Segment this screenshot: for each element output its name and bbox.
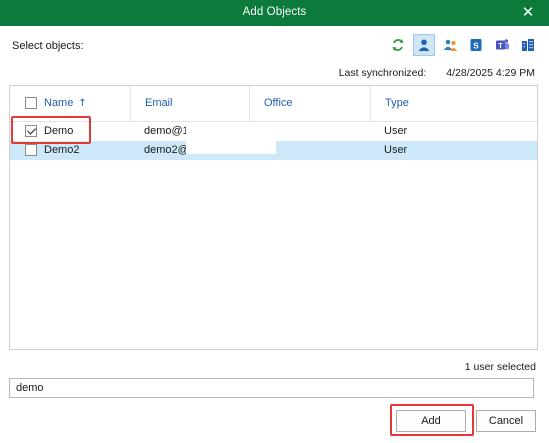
row-email: demo2@ [144,144,189,156]
group-icon[interactable] [439,34,461,56]
object-type-toolbar: S T [387,34,539,56]
sharepoint-icon[interactable]: S [465,34,487,56]
svg-text:T: T [498,43,503,50]
sort-ascending-icon: ↑ [78,98,87,109]
selection-count: 1 user selected [464,361,536,373]
row-type: User [384,144,408,156]
select-all-checkbox[interactable] [25,97,37,109]
row-type: User [384,125,408,137]
refresh-icon[interactable] [387,34,409,56]
column-email-label: Email [145,97,173,109]
organization-icon[interactable] [517,34,539,56]
row-email: demo@1 [144,125,189,137]
column-type-label: Type [385,97,409,109]
close-icon[interactable]: ✕ [519,3,537,21]
add-highlight-box [390,404,474,436]
column-header-email[interactable]: Email [130,86,263,121]
search-input[interactable] [9,378,534,398]
column-office-label: Office [264,97,293,109]
last-synchronized-label: Last synchronized: [338,67,427,79]
cancel-button[interactable]: Cancel [476,410,536,432]
redaction-block [186,123,276,154]
name-highlight-box [11,116,91,144]
svg-text:S: S [473,40,479,50]
column-header-office[interactable]: Office [249,86,384,121]
user-icon[interactable] [413,34,435,56]
row-checkbox[interactable] [25,144,37,156]
last-synchronized-value: 4/28/2025 4:29 PM [446,67,535,79]
column-header-type[interactable]: Type [370,86,549,121]
window-title: Add Objects [242,6,307,18]
last-synchronized: Last synchronized: 4/28/2025 4:29 PM [339,67,535,79]
column-name-label: Name [44,97,74,109]
teams-icon[interactable]: T [491,34,513,56]
title-bar: Add Objects ✕ [0,0,549,26]
select-objects-label: Select objects: [12,40,84,52]
